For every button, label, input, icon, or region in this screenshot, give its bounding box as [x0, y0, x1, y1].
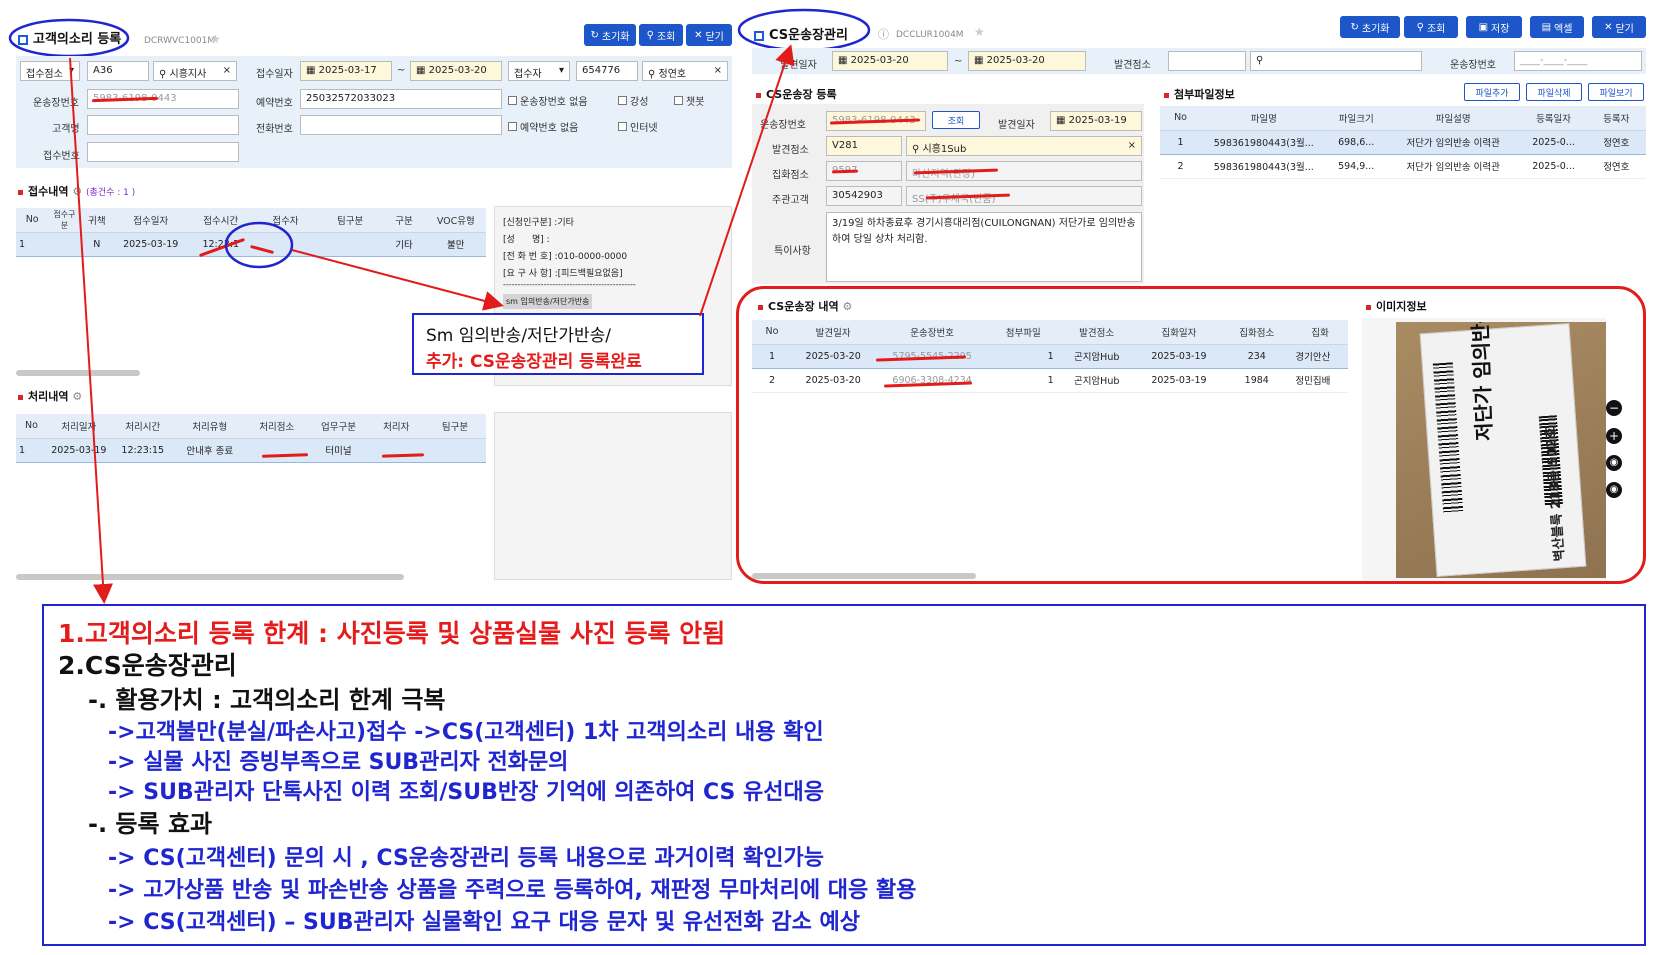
annotation-line-6: -> SUB관리자 단톡사진 이력 조회/SUB반장 기억에 의존하여 CS 유…: [108, 780, 824, 805]
annotation-line-7: -. 등록 효과: [88, 810, 213, 838]
annotation-line-4: ->고객불만(분실/파손사고)접수 ->CS(고객센터) 1차 고객의소리 내용…: [108, 720, 824, 745]
annotation-line-5: -> 실물 사진 증빙부족으로 SUB관리자 전화문의: [108, 750, 569, 775]
annotation-line-2: 2.CS운송장관리: [58, 651, 237, 680]
annotation-line-8: -> CS(고객센터) 문의 시 , CS운송장관리 등록 내용으로 과거이력 …: [108, 846, 825, 871]
annotation-line-1: 1.고객의소리 등록 한계 : 사진등록 및 상품실물 사진 등록 안됨: [58, 619, 726, 648]
arrow-to-annotation: [69, 57, 113, 604]
arrow-to-callout: [291, 249, 504, 311]
annotation-line-9: -> 고가상품 반송 및 파손반송 상품을 주력으로 등록하여, 재판정 무마처…: [108, 878, 917, 903]
arrow-to-cs-title: [699, 44, 795, 317]
annotation-line-3: -. 활용가치 : 고객의소리 한계 극복: [88, 686, 446, 714]
annotation-box: 1.고객의소리 등록 한계 : 사진등록 및 상품실물 사진 등록 안됨 2.C…: [42, 604, 1646, 946]
annotation-line-10: -> CS(고객센터) – SUB관리자 실물확인 요구 대응 문자 및 유선전…: [108, 910, 861, 935]
